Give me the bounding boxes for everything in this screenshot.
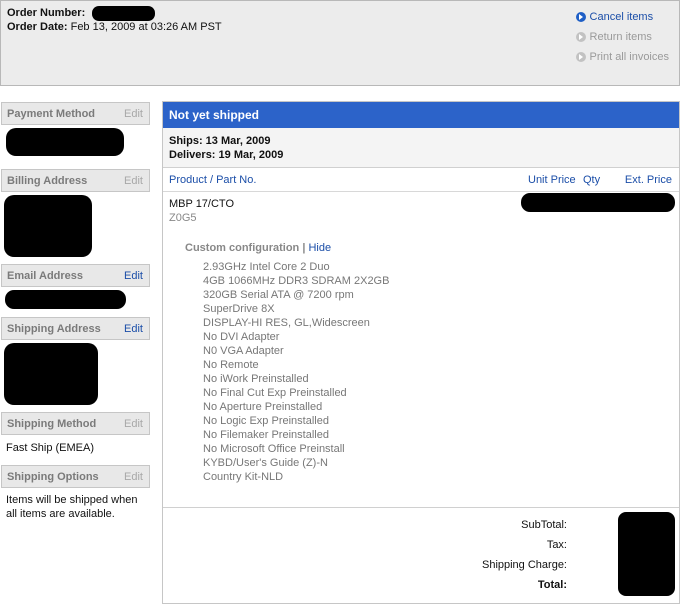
column-qty: Qty (583, 174, 601, 186)
config-item: Country Kit-NLD (203, 471, 284, 483)
config-item: No Remote (203, 359, 259, 371)
hide-config-link[interactable]: Hide (308, 242, 331, 254)
shipping-method-value: Fast Ship (EMEA) (6, 442, 95, 454)
config-list: 2.93GHz Intel Core 2 Duo 4GB 1066MHz DDR… (203, 260, 389, 484)
order-header: Order Number: Order Date: Feb 13, 2009 a… (0, 0, 680, 86)
payment-method-header: Payment Method Edit (1, 102, 150, 125)
shipment-status-bar: Not yet shipped (163, 102, 679, 128)
ships-date: Ships: 13 Mar, 2009 (169, 135, 271, 147)
config-item: 4GB 1066MHz DDR3 SDRAM 2X2GB (203, 275, 390, 287)
shipping-charge-label: Shipping Charge: (481, 559, 567, 571)
totals-redaction (618, 512, 675, 596)
column-product: Product / Part No. (169, 174, 257, 186)
order-number: Order Number: (7, 7, 85, 19)
product-name: MBP 17/CTO (169, 198, 235, 210)
config-item: No DVI Adapter (203, 331, 280, 343)
price-redaction (521, 193, 675, 212)
column-divider (163, 191, 679, 192)
config-item: No iWork Preinstalled (203, 373, 309, 385)
order-actions: Cancel items Return items Print all invo… (575, 7, 669, 67)
config-item: No Final Cut Exp Preinstalled (203, 387, 347, 399)
config-item: 2.93GHz Intel Core 2 Duo (203, 261, 330, 273)
column-unit-price: Unit Price (528, 174, 576, 186)
payment-method-edit: Edit (124, 108, 143, 120)
shipping-options-value: Items will be shipped when all items are… (6, 494, 138, 520)
config-item: No Filemaker Preinstalled (203, 429, 329, 441)
arrow-circle-icon (575, 52, 586, 62)
shipping-address-edit[interactable]: Edit (124, 323, 143, 335)
shipment-dates: Ships: 13 Mar, 2009 Delivers: 19 Mar, 20… (163, 128, 679, 168)
total-label: Total: (537, 579, 567, 591)
shipping-method-header: Shipping Method Edit (1, 412, 150, 435)
totals-divider (163, 507, 679, 508)
config-item: No Logic Exp Preinstalled (203, 415, 329, 427)
config-item: N0 VGA Adapter (203, 345, 284, 357)
config-item: No Microsoft Office Preinstall (203, 443, 345, 455)
billing-address-edit: Edit (124, 175, 143, 187)
arrow-circle-icon (575, 32, 586, 42)
config-item: 320GB Serial ATA @ 7200 rpm (203, 289, 354, 301)
order-number-redaction (92, 6, 155, 21)
shipment-panel: Not yet shipped Ships: 13 Mar, 2009 Deli… (162, 101, 680, 604)
return-items-link: Return items (575, 27, 669, 47)
order-number-label: Order Number: (7, 7, 86, 19)
shipping-options-header: Shipping Options Edit (1, 465, 150, 488)
column-ext-price: Ext. Price (624, 174, 672, 186)
delivers-date: Delivers: 19 Mar, 2009 (169, 149, 284, 161)
custom-config-header: Custom configuration | Hide (185, 242, 332, 254)
config-item: SuperDrive 8X (203, 303, 275, 315)
product-code: Z0G5 (169, 212, 197, 224)
shipping-address-redaction (4, 343, 98, 405)
email-address-edit[interactable]: Edit (124, 270, 143, 282)
config-item: KYBD/User's Guide (Z)-N (203, 457, 328, 469)
tax-label: Tax: (546, 539, 567, 551)
order-date: Order Date: Feb 13, 2009 at 03:26 AM PST (7, 21, 222, 33)
subtotal-label: SubTotal: (521, 519, 567, 531)
shipping-options-edit: Edit (124, 471, 143, 483)
cancel-items-link[interactable]: Cancel items (575, 7, 669, 27)
email-address-header: Email Address Edit (1, 264, 150, 287)
arrow-circle-icon (575, 12, 586, 22)
shipping-address-header: Shipping Address Edit (1, 317, 150, 340)
order-date-label: Order Date: (7, 21, 68, 33)
email-address-redaction (5, 290, 126, 309)
shipping-method-edit: Edit (124, 418, 143, 430)
print-invoices-link: Print all invoices (575, 47, 669, 67)
config-item: No Aperture Preinstalled (203, 401, 323, 413)
payment-method-redaction (6, 128, 124, 156)
order-date-value: Feb 13, 2009 at 03:26 AM PST (70, 21, 222, 33)
config-item: DISPLAY-HI RES, GL,Widescreen (203, 317, 370, 329)
billing-address-redaction (4, 195, 92, 257)
billing-address-header: Billing Address Edit (1, 169, 150, 192)
